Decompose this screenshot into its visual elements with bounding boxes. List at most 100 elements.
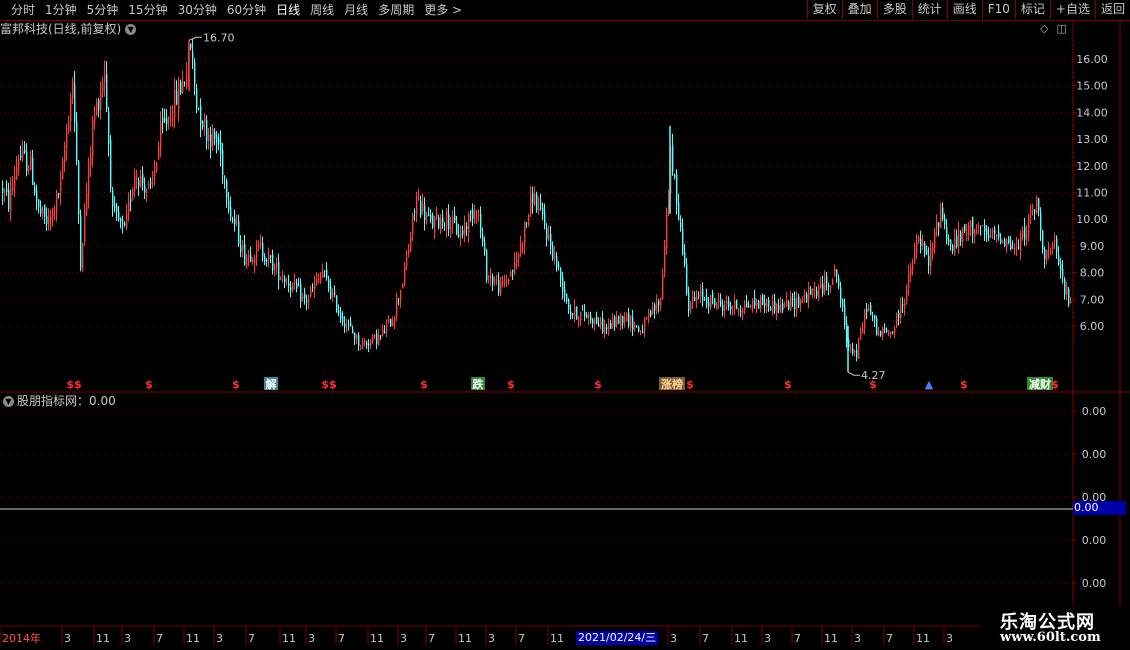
candle-body xyxy=(140,176,142,187)
candle-body xyxy=(828,285,830,287)
candle-body xyxy=(774,301,776,312)
diamond-icon[interactable]: ◇ xyxy=(1040,22,1048,35)
candle-body xyxy=(440,218,442,231)
candle-body xyxy=(948,239,950,243)
candle-body xyxy=(98,99,100,110)
candle-body xyxy=(934,231,936,249)
event-tag: ▲ xyxy=(925,378,934,391)
candle-body xyxy=(446,210,448,229)
panel-mini-icons: ◇ ◫ xyxy=(1040,22,1067,35)
candle-body xyxy=(56,192,58,213)
candle-body xyxy=(598,324,600,327)
date-axis-label: 11 xyxy=(186,632,200,645)
candle-body xyxy=(856,349,858,358)
candle-body xyxy=(370,339,372,346)
candle-body xyxy=(170,120,172,122)
date-axis-label: 7 xyxy=(248,632,255,645)
candle-body xyxy=(550,233,552,246)
candle-body xyxy=(1070,301,1072,304)
candle-body xyxy=(70,97,72,122)
candle-body xyxy=(1004,239,1006,247)
candle-body xyxy=(1030,210,1032,214)
chevron-down-icon[interactable]: ▼ xyxy=(125,24,137,35)
candle-body xyxy=(1044,249,1046,260)
candle-body xyxy=(838,277,840,286)
candle-body xyxy=(490,276,492,279)
candle-body xyxy=(348,323,350,325)
candle-body xyxy=(196,88,198,108)
date-axis-label: 3 xyxy=(400,632,407,645)
candle-body xyxy=(810,288,812,295)
candle-body xyxy=(912,263,914,271)
candle-body xyxy=(1036,197,1038,214)
candle-body xyxy=(334,292,336,295)
candle-body xyxy=(648,312,650,317)
candle-body xyxy=(804,294,806,297)
candle-body xyxy=(982,224,984,226)
candle-body xyxy=(248,255,250,259)
candle-body xyxy=(564,289,566,296)
kline-chart[interactable]: 16.00 15.00 14.00 13.00 12.00 11.00 10.00 9.00 8… xyxy=(0,0,1130,650)
date-axis-label: 11 xyxy=(916,632,930,645)
candle-body xyxy=(66,132,68,149)
candle-body xyxy=(230,207,232,217)
candle-body xyxy=(254,257,256,264)
candle-body xyxy=(782,303,784,310)
candle-body xyxy=(106,73,108,109)
window-toggle-icon[interactable]: ◫ xyxy=(1056,22,1066,35)
candle-body xyxy=(788,301,790,310)
candle-body xyxy=(536,194,538,211)
candle-body xyxy=(928,255,930,267)
candle-body xyxy=(120,217,122,222)
candle-body xyxy=(984,225,986,232)
candle-body xyxy=(484,242,486,252)
candle-body xyxy=(272,254,274,271)
candle-body xyxy=(438,216,440,228)
candle-body xyxy=(738,310,740,312)
candle-body xyxy=(80,215,82,268)
candle-body xyxy=(388,319,390,324)
date-axis-label: 7 xyxy=(886,632,893,645)
candle-body xyxy=(812,288,814,293)
candle-body xyxy=(624,319,626,322)
candle-body xyxy=(614,316,616,327)
price-axis-label: 8.00 xyxy=(1080,267,1105,280)
candle-body xyxy=(430,215,432,219)
candle-body xyxy=(674,174,676,178)
candle-body xyxy=(710,295,712,308)
candle-body xyxy=(960,232,962,242)
candle-body xyxy=(194,61,196,84)
candle-body xyxy=(1012,247,1014,249)
candle-body xyxy=(936,222,938,229)
candle-body xyxy=(822,283,824,294)
chevron-down-icon[interactable]: ▼ xyxy=(3,396,14,407)
candle-body xyxy=(544,211,546,226)
candle-body xyxy=(1026,235,1028,238)
candle-body xyxy=(662,274,664,299)
date-axis-label: 3 xyxy=(670,632,677,645)
indicator-current-value: 0.00 xyxy=(1073,501,1126,515)
candle-body xyxy=(132,189,134,200)
candle-body xyxy=(40,207,42,214)
candle-body xyxy=(946,226,948,240)
candle-body xyxy=(980,226,982,228)
candle-body xyxy=(26,151,28,172)
candle-body xyxy=(690,304,692,310)
date-cursor-label: 2021/02/24/三 xyxy=(576,631,659,645)
candle-body xyxy=(320,275,322,281)
candle-body xyxy=(750,306,752,308)
candle-body xyxy=(124,223,126,226)
candle-body xyxy=(296,282,298,289)
candle-body xyxy=(410,236,412,252)
candle-body xyxy=(220,141,222,155)
candle-body xyxy=(730,306,732,310)
candle-body xyxy=(290,286,292,290)
candle-body xyxy=(496,280,498,282)
candle-body xyxy=(458,233,460,237)
candle-body xyxy=(204,118,206,124)
candle-body xyxy=(1002,242,1004,244)
price-axis-label: 12.00 xyxy=(1076,160,1108,173)
candle-body xyxy=(976,227,978,229)
candle-body xyxy=(944,217,946,224)
candle-body xyxy=(502,280,504,283)
